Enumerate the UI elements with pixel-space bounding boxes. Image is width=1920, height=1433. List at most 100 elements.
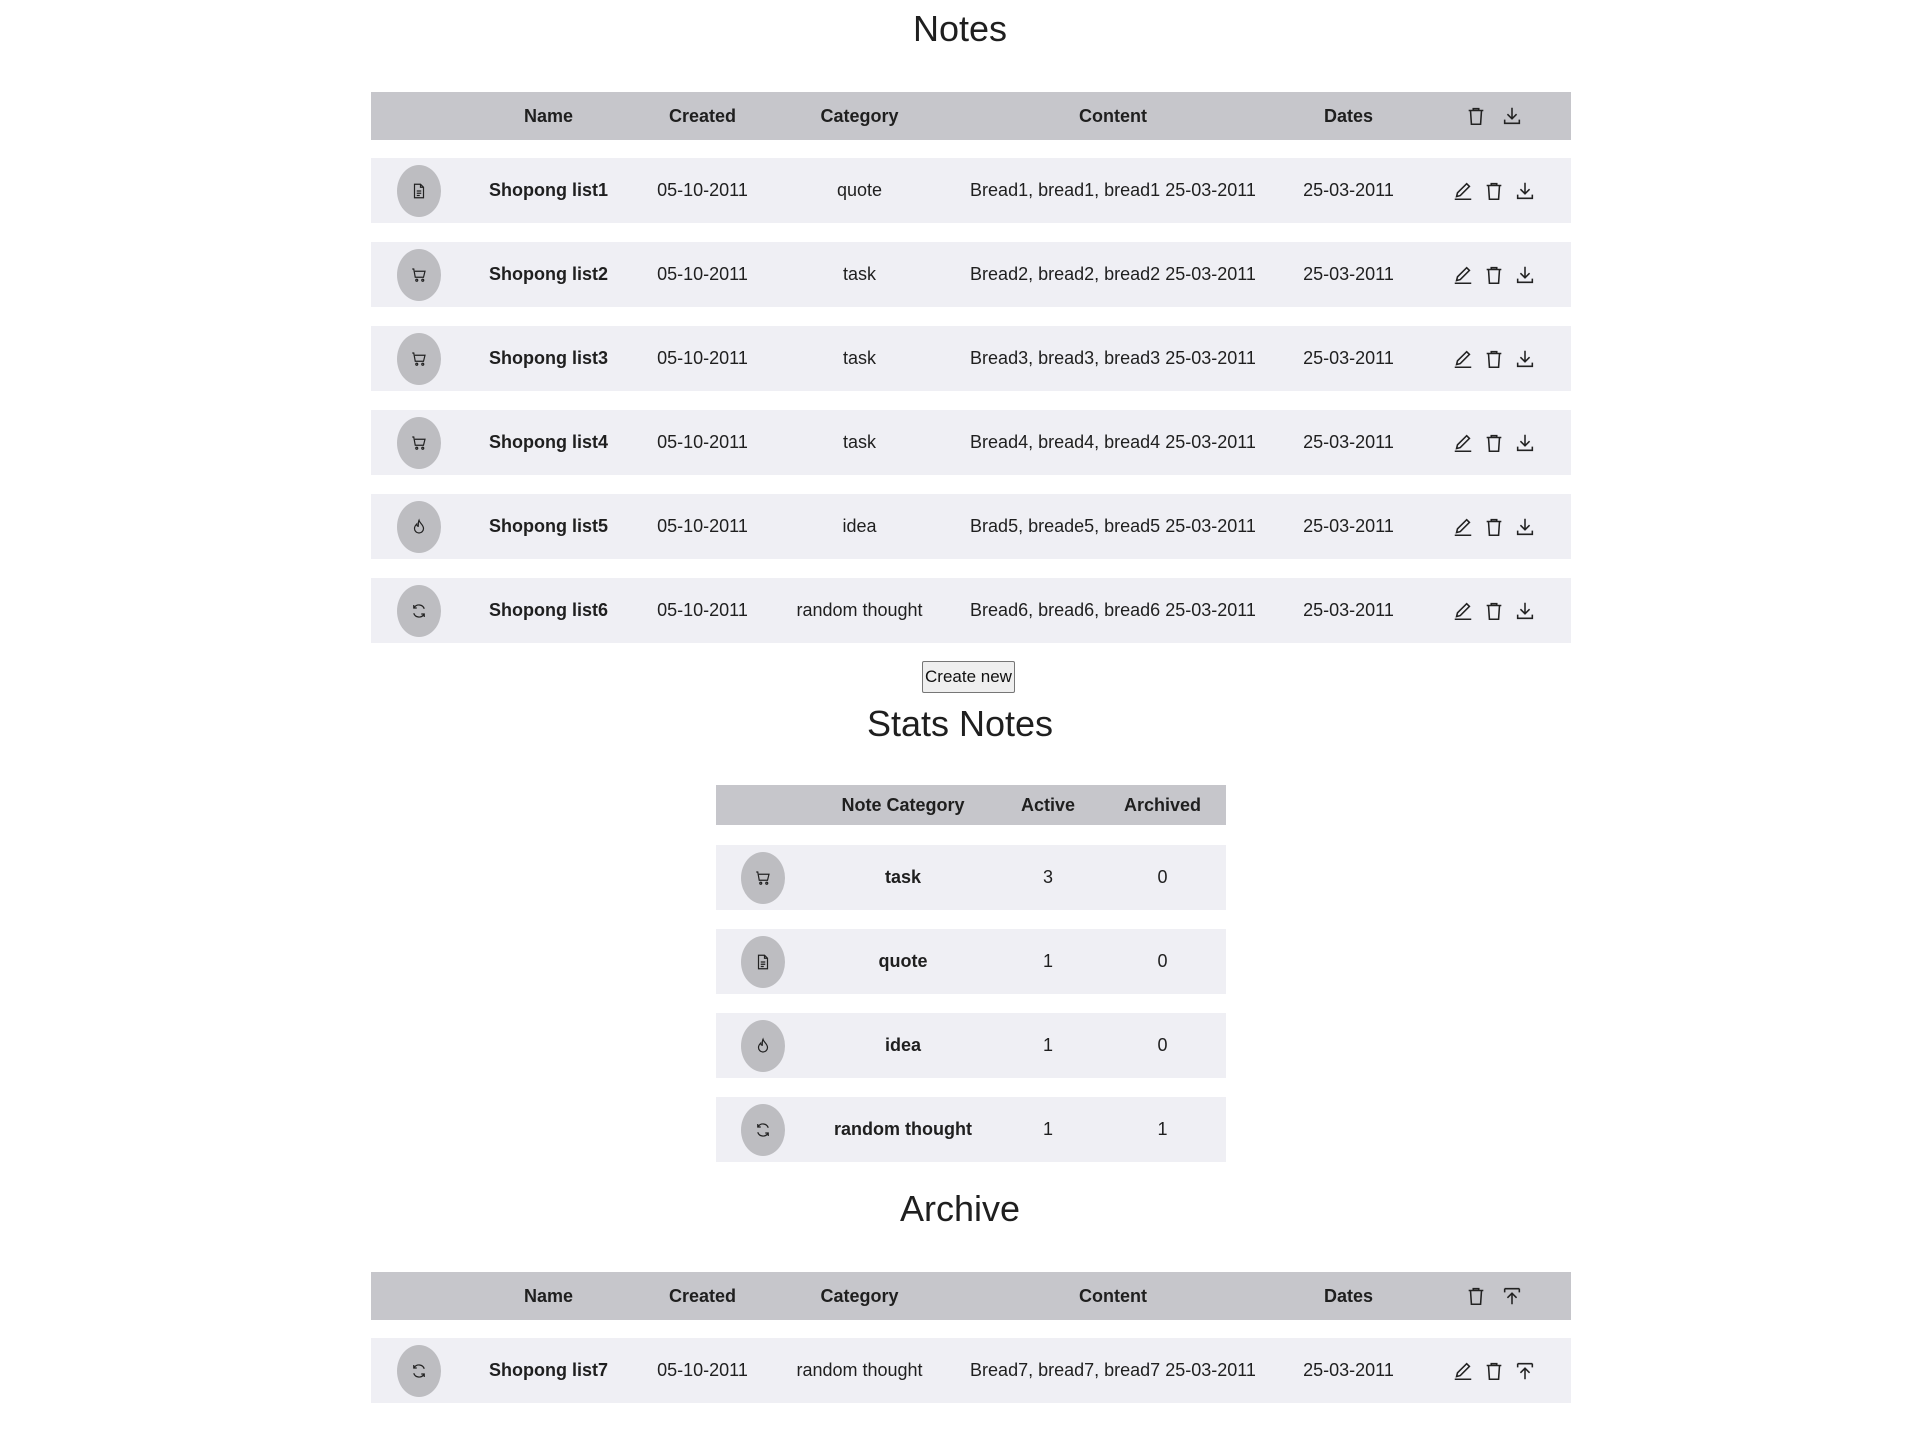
stats-active-count: 1 [1042,951,1053,971]
column-header-category: Category [820,105,899,126]
category-badge [396,1344,441,1397]
edit-button[interactable] [1452,600,1474,622]
stats-archived-count: 0 [1157,951,1168,971]
column-header-archived: Archived [1123,794,1202,815]
edit-button[interactable] [1452,432,1474,454]
table-row: Shopong list6 05-10-2011 random thought Bre… [371,578,1571,643]
note-name: Shopong list3 [489,348,608,368]
row-icon-cell [371,500,466,553]
note-content: Bread6, bread6, bread6 25-03-2011 [970,600,1256,620]
edit-button[interactable] [1452,264,1474,286]
stats-table-header: Note Category Active Archived [716,785,1226,825]
trash-icon [1465,105,1487,127]
download-icon [1514,264,1536,286]
column-header-dates: Dates [1323,105,1374,126]
stats-archived-count: 1 [1157,1119,1168,1139]
delete-button[interactable] [1483,180,1505,202]
note-content: Bread7, bread7, bread7 25-03-2011 [970,1360,1256,1380]
stats-active-count: 1 [1042,1119,1053,1139]
header-actions [1416,105,1571,127]
stats-row: random thought 1 1 [716,1097,1226,1162]
delete-button[interactable] [1483,432,1505,454]
note-category: idea [842,516,877,536]
unarchive-all-button[interactable] [1501,1285,1523,1307]
category-badge [740,1019,785,1072]
note-created: 05-10-2011 [657,180,748,200]
note-content: Brad5, breade5, bread5 25-03-2011 [970,516,1256,536]
unarchive-icon [1514,1360,1536,1382]
trash-icon [1483,432,1505,454]
category-badge [740,851,785,904]
download-icon [1501,105,1523,127]
note-created: 05-10-2011 [657,600,748,620]
delete-button[interactable] [1483,348,1505,370]
category-badge [396,248,441,301]
row-icon-cell [371,248,466,301]
document-icon [410,182,428,200]
table-row: Shopong list3 05-10-2011 task Bread3, bread… [371,326,1571,391]
row-icon-cell [371,1344,466,1397]
download-button[interactable] [1514,600,1536,622]
note-dates: 25-03-2011 [1303,264,1394,284]
note-created: 05-10-2011 [657,432,748,452]
note-name: Shopong list5 [489,516,608,536]
note-created: 05-10-2011 [657,348,748,368]
note-category: quote [836,180,883,200]
row-icon-cell [371,332,466,385]
note-created: 05-10-2011 [657,516,748,536]
create-new-button[interactable]: Create new [922,661,1015,693]
delete-all-button[interactable] [1465,105,1487,127]
table-row: Shopong list1 05-10-2011 quote Bread1, brea… [371,158,1571,223]
stats-row: idea 1 0 [716,1013,1226,1078]
notes-table-header: Name Created Category Content Dates [371,92,1571,140]
row-icon-cell [371,164,466,217]
edit-button[interactable] [1452,1360,1474,1382]
stats-active-count: 3 [1042,867,1053,887]
table-row: Shopong list2 05-10-2011 task Bread2, bread… [371,242,1571,307]
delete-all-archived-button[interactable] [1465,1285,1487,1307]
row-actions [1416,432,1571,454]
archive-column-header-category: Category [820,1285,899,1306]
download-button[interactable] [1514,432,1536,454]
cart-icon [410,350,428,368]
download-icon [1514,348,1536,370]
note-dates: 25-03-2011 [1303,180,1394,200]
column-header-content: Content [1079,105,1147,126]
download-icon [1514,432,1536,454]
flame-icon [754,1037,772,1055]
edit-button[interactable] [1452,180,1474,202]
download-button[interactable] [1514,264,1536,286]
note-dates: 25-03-2011 [1303,516,1394,536]
delete-button[interactable] [1483,1360,1505,1382]
category-badge [396,584,441,637]
note-name: Shopong list1 [489,180,608,200]
refresh-icon [410,1362,428,1380]
column-header-created: Created [668,105,737,126]
download-button[interactable] [1514,348,1536,370]
download-all-button[interactable] [1501,105,1523,127]
archive-column-header-name: Name [523,1285,574,1306]
category-badge [396,416,441,469]
edit-button[interactable] [1452,348,1474,370]
stats-table: Note Category Active Archived task 3 0 quot… [716,785,1226,1162]
trash-icon [1483,264,1505,286]
row-actions [1416,1360,1571,1382]
note-created: 05-10-2011 [657,264,748,284]
category-badge [396,332,441,385]
note-name: Shopong list6 [489,600,608,620]
trash-icon [1483,180,1505,202]
stats-category: random thought [834,1119,972,1139]
delete-button[interactable] [1483,516,1505,538]
stats-category: task [884,867,922,887]
table-row: Shopong list5 05-10-2011 idea Brad5, breade… [371,494,1571,559]
table-row: Shopong list4 05-10-2011 task Bread4, bread… [371,410,1571,475]
note-dates: 25-03-2011 [1303,348,1394,368]
row-actions [1416,348,1571,370]
delete-button[interactable] [1483,264,1505,286]
unarchive-button[interactable] [1514,1360,1536,1382]
download-button[interactable] [1514,180,1536,202]
note-content: Bread4, bread4, bread4 25-03-2011 [970,432,1256,452]
delete-button[interactable] [1483,600,1505,622]
download-button[interactable] [1514,516,1536,538]
edit-button[interactable] [1452,516,1474,538]
